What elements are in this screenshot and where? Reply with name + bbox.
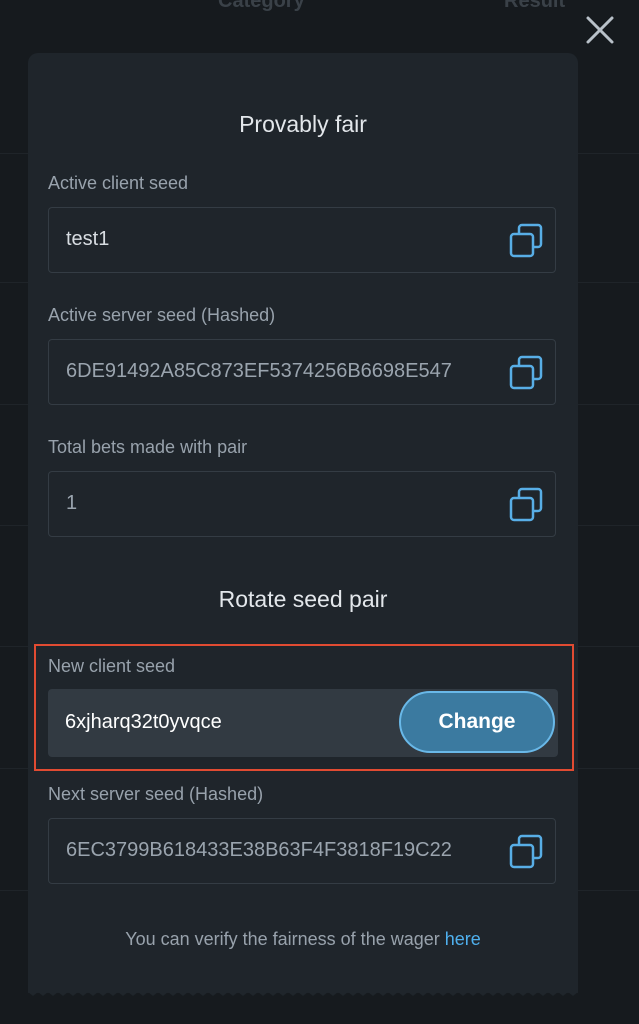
- close-button[interactable]: [584, 14, 616, 46]
- total-bets-label: Total bets made with pair: [48, 437, 248, 457]
- active-server-seed-field[interactable]: 6DE91492A85C873EF5374256B6698E547: [48, 339, 556, 405]
- total-bets-field[interactable]: 1: [48, 471, 556, 537]
- background-result-header: Result: [504, 0, 566, 12]
- next-server-seed-value: 6EC3799B618433E38B63F4F3818F19C22: [66, 839, 452, 861]
- copy-button[interactable]: [507, 223, 545, 259]
- active-server-seed-label: Active server seed (Hashed): [48, 305, 276, 325]
- new-client-seed-highlight: [34, 644, 574, 771]
- close-icon: [586, 16, 614, 44]
- copy-button[interactable]: [507, 355, 545, 391]
- active-client-seed-label: Active client seed: [48, 173, 189, 193]
- modal-title: Provably fair: [239, 111, 367, 137]
- verify-fairness-label: You can verify the fairness of the wager: [125, 929, 445, 949]
- verify-here-link[interactable]: here: [445, 929, 481, 949]
- next-server-seed-field[interactable]: 6EC3799B618433E38B63F4F3818F19C22: [48, 818, 556, 884]
- active-server-seed-value: 6DE91492A85C873EF5374256B6698E547: [66, 360, 452, 382]
- modal-torn-edge: [28, 990, 578, 996]
- copy-icon: [509, 487, 543, 522]
- total-bets-value: 1: [66, 492, 78, 514]
- copy-icon: [509, 834, 543, 869]
- verify-fairness-text: You can verify the fairness of the wager…: [28, 929, 578, 950]
- rotate-seed-pair-title: Rotate seed pair: [218, 586, 388, 612]
- active-client-seed-value: test1: [66, 228, 110, 250]
- copy-button[interactable]: [507, 487, 545, 523]
- copy-icon: [509, 223, 543, 258]
- next-server-seed-label: Next server seed (Hashed): [48, 784, 264, 804]
- background-category-header: Category: [218, 0, 305, 12]
- copy-icon: [509, 355, 543, 390]
- provably-fair-modal: Provably fair Active client seed test1 A…: [28, 53, 578, 993]
- background-table-header: Category Result: [0, 0, 639, 14]
- copy-button[interactable]: [507, 834, 545, 870]
- active-client-seed-field[interactable]: test1: [48, 207, 556, 273]
